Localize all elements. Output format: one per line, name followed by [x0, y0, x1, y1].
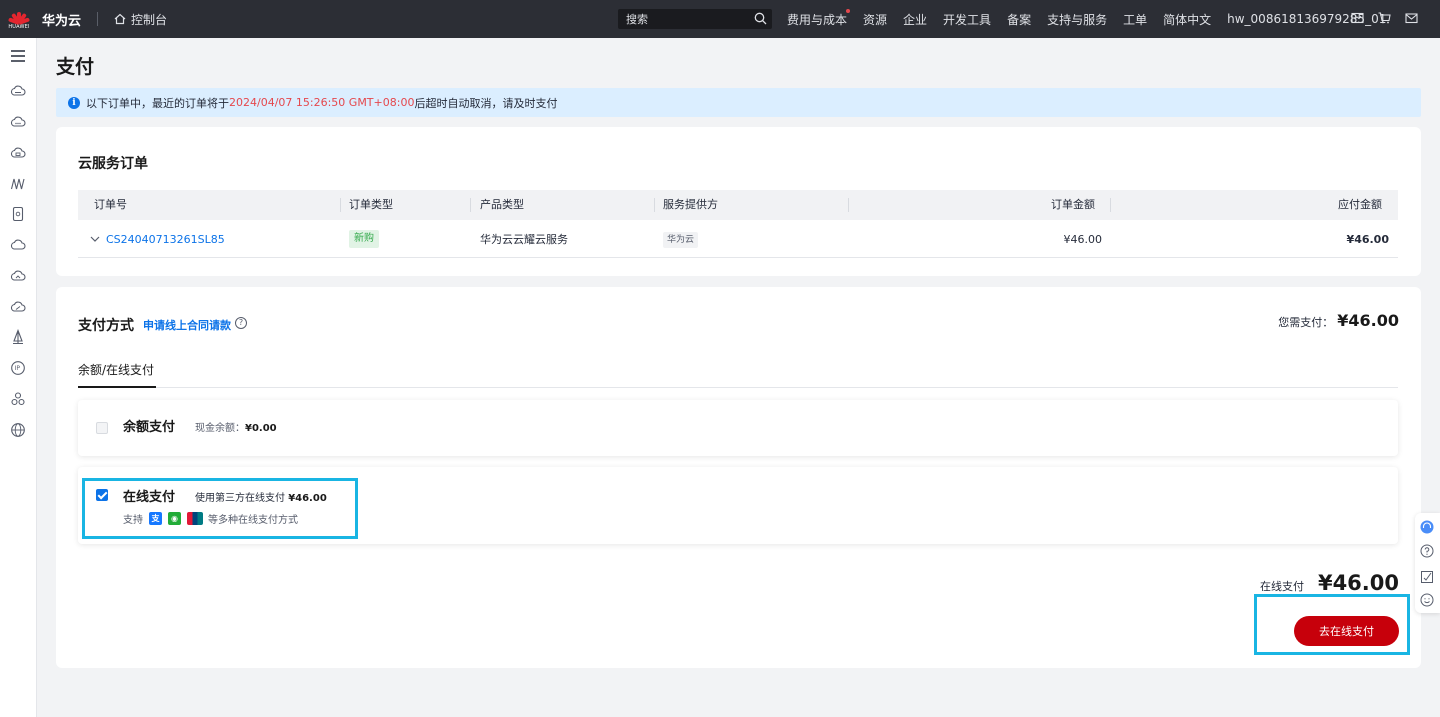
total-online-payment: 在线支付 ¥46.00 — [1260, 571, 1399, 595]
nav-support[interactable]: 支持与服务 — [1047, 11, 1107, 28]
cash-balance: 现金余额：¥0.00 — [195, 419, 277, 434]
col-order-no: 订单号 — [94, 198, 127, 211]
payment-tabs: 余额/在线支付 — [78, 357, 1398, 388]
amount-due: 您需支付： ¥46.00 — [1278, 311, 1399, 330]
customer-service-icon[interactable] — [1420, 520, 1434, 534]
cloud-database-icon[interactable] — [10, 145, 26, 161]
balance-option-name: 余额支付 — [123, 420, 176, 435]
order-card: 云服务订单 订单号 订单类型 产品类型 服务提供方 订单金额 应付金额 CS24… — [56, 127, 1421, 276]
order-type-badge: 新购 — [349, 230, 379, 248]
product-type: 华为云云耀云服务 — [480, 233, 568, 246]
ip-icon[interactable]: IP — [10, 360, 26, 376]
col-order-amount: 订单金额 — [1051, 198, 1095, 211]
nav-billing[interactable]: 费用与成本 — [787, 8, 851, 28]
amount-due-label: 您需支付： — [1278, 316, 1334, 329]
console-link[interactable]: 控制台 — [114, 11, 167, 28]
deploy-icon[interactable] — [10, 329, 26, 345]
top-icons — [1351, 12, 1418, 24]
nav-enterprise[interactable]: 企业 — [903, 11, 927, 28]
help-icon[interactable]: ? — [235, 317, 247, 329]
search-input[interactable]: 搜索 — [618, 9, 772, 29]
analytics-icon[interactable] — [10, 176, 26, 192]
mail-icon[interactable] — [1405, 12, 1418, 24]
cloud-dots-icon[interactable] — [10, 114, 26, 130]
notice-suffix: 后超时自动取消，请及时支付 — [414, 96, 558, 110]
payment-method-title: 支付方式 — [78, 318, 134, 334]
storage-icon[interactable] — [10, 206, 26, 222]
online-payment-highlight — [82, 478, 358, 539]
nav-icp[interactable]: 备案 — [1007, 11, 1031, 28]
search-icon[interactable] — [754, 12, 767, 25]
cluster-icon[interactable] — [10, 391, 26, 407]
total-value: ¥46.00 — [1317, 571, 1399, 595]
huawei-flower-icon — [7, 9, 31, 25]
col-provider: 服务提供方 — [663, 198, 718, 211]
column-divider — [340, 198, 341, 212]
pay-button-highlight — [1254, 594, 1410, 655]
console-label: 控制台 — [131, 12, 168, 27]
nav-dev-tools[interactable]: 开发工具 — [943, 11, 991, 28]
column-divider — [1110, 198, 1111, 212]
column-divider — [848, 198, 849, 212]
top-nav: 费用与成本 资源 企业 开发工具 备案 支持与服务 工单 简体中文 hw_008… — [787, 0, 1402, 38]
cloud-sync-icon[interactable] — [10, 299, 26, 315]
search-placeholder: 搜索 — [626, 13, 648, 26]
cash-balance-label: 现金余额： — [195, 423, 245, 434]
message-icon[interactable] — [1351, 12, 1364, 24]
floating-toolbar — [1415, 513, 1440, 613]
nav-language[interactable]: 简体中文 — [1163, 11, 1211, 28]
provider-badge: 华为云 — [663, 232, 699, 248]
col-order-type: 订单类型 — [349, 198, 393, 211]
tab-balance-online[interactable]: 余额/在线支付 — [78, 357, 156, 388]
huawei-logo[interactable]: HUAWEI — [0, 0, 38, 38]
notice-deadline: 2024/04/07 15:26:50 GMT+08:00 — [229, 96, 415, 109]
page-title: 支付 — [56, 56, 95, 78]
menu-icon[interactable] — [10, 48, 26, 64]
column-divider — [470, 198, 471, 212]
order-card-title: 云服务订单 — [78, 156, 148, 172]
chevron-down-icon[interactable] — [90, 236, 100, 243]
top-bar: HUAWEI 华为云 控制台 搜索 费用与成本 资源 企业 开发工具 备案 支持… — [0, 0, 1440, 38]
left-sidebar: IP — [0, 38, 37, 717]
contract-request-link[interactable]: 申请线上合同请款 — [143, 317, 231, 333]
total-label: 在线支付 — [1259, 580, 1304, 593]
home-icon — [114, 13, 126, 25]
order-amount: ¥46.00 — [1063, 233, 1103, 246]
balance-checkbox[interactable] — [96, 422, 108, 434]
col-product-type: 产品类型 — [480, 198, 524, 211]
timeout-notice: i 以下订单中，最近的订单将于 2024/04/07 15:26:50 GMT+… — [56, 88, 1421, 117]
brand-name[interactable]: 华为云 — [42, 10, 81, 29]
info-icon: i — [68, 96, 80, 109]
feedback-icon[interactable] — [1420, 570, 1434, 584]
balance-payment-option[interactable]: 余额支付 现金余额：¥0.00 — [78, 400, 1398, 456]
cloud-network-icon[interactable] — [10, 268, 26, 284]
divider — [97, 12, 99, 26]
notice-prefix: 以下订单中，最近的订单将于 — [86, 96, 229, 110]
nav-resources[interactable]: 资源 — [863, 11, 887, 28]
order-table-header: 订单号 订单类型 产品类型 服务提供方 订单金额 应付金额 — [78, 190, 1398, 220]
column-divider — [654, 198, 655, 212]
table-row: CS24040713261SL85 新购 华为云云耀云服务 华为云 ¥46.00… — [78, 221, 1398, 258]
order-number-link[interactable]: CS24040713261SL85 — [106, 221, 225, 258]
help-circle-icon[interactable] — [1420, 544, 1434, 558]
nav-tickets[interactable]: 工单 — [1123, 11, 1147, 28]
cart-icon[interactable] — [1378, 12, 1391, 24]
col-payable-amount: 应付金额 — [1338, 198, 1382, 211]
cloud-server-icon[interactable] — [10, 83, 26, 99]
amount-due-value: ¥46.00 — [1337, 311, 1399, 330]
satisfaction-icon[interactable] — [1420, 593, 1434, 607]
cash-balance-value: ¥0.00 — [245, 423, 277, 434]
payable-amount: ¥46.00 — [1346, 233, 1389, 246]
globe-icon[interactable] — [10, 422, 26, 438]
cloud-icon[interactable] — [10, 237, 26, 253]
svg-text:IP: IP — [15, 365, 21, 372]
